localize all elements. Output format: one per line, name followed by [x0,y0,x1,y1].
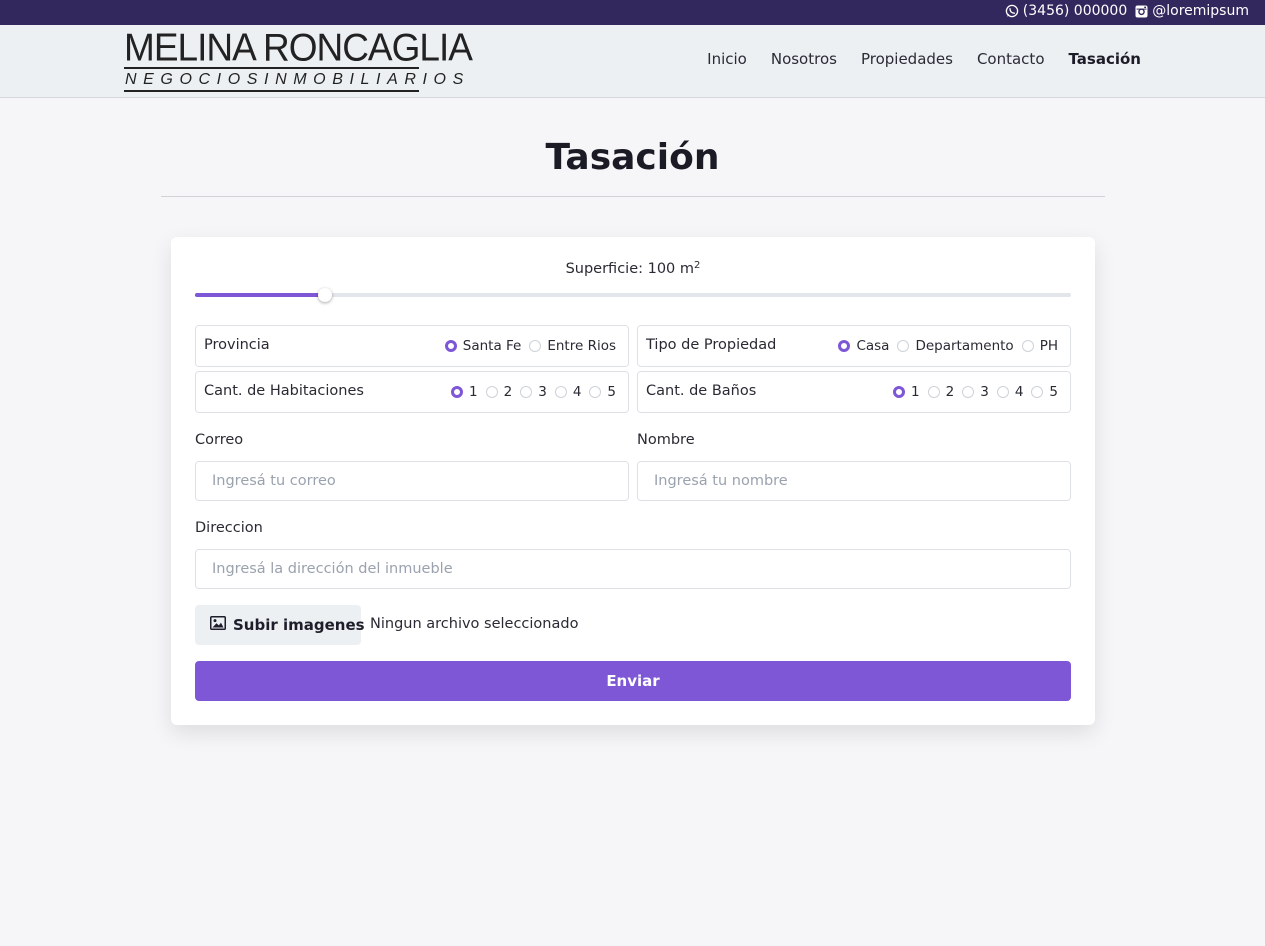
habitaciones-option-3[interactable]: 3 [520,384,547,400]
radio-selected[interactable] [893,386,906,398]
option-label: 5 [1049,384,1058,400]
option-label: 3 [980,384,989,400]
option-label: 5 [607,384,616,400]
radio[interactable] [897,340,910,352]
option-label: 2 [503,384,513,400]
logo-tagline: NEGOCIOSINMOBILIARIOS [125,71,470,88]
radio[interactable] [529,340,542,352]
banos-option-5[interactable]: 5 [1031,384,1058,400]
image-icon [210,616,226,634]
radio-selected[interactable] [444,340,457,352]
habitaciones-option-2[interactable]: 2 [485,384,513,400]
instagram-icon [1135,5,1148,18]
nav-nosotros[interactable]: Nosotros [771,50,837,68]
radio[interactable] [554,386,567,398]
upload-status: Ningun archivo seleccionado [370,616,579,632]
surface-slider[interactable] [195,288,1071,302]
upload-button-label: Subir imagenes [233,616,365,634]
option-label: PH [1039,338,1058,354]
surface-slider-fill [195,293,325,297]
direccion-label: Direccion [195,520,263,536]
main-nav: Inicio Nosotros Propiedades Contacto Tas… [707,50,1141,68]
radio[interactable] [485,386,498,398]
provincia-options: Santa Fe Entre Rios [444,338,616,354]
radio[interactable] [962,386,975,398]
option-label: Entre Rios [547,338,616,354]
radio[interactable] [589,386,602,398]
top-bar: (3456) 000000 @loremipsum [0,0,1265,25]
surface-unit-exponent: 2 [694,260,701,271]
whatsapp-contact[interactable]: (3456) 000000 [1005,3,1127,19]
option-label: 4 [572,384,582,400]
option-label: 1 [469,384,478,400]
tipo-propiedad-group: Tipo de Propiedad Casa Departamento PH [637,325,1071,367]
option-label: 1 [911,384,920,400]
radio[interactable] [1021,340,1034,352]
habitaciones-option-5[interactable]: 5 [589,384,616,400]
option-label: 2 [945,384,955,400]
nav-tasacion[interactable]: Tasación [1069,50,1142,68]
habitaciones-option-4[interactable]: 4 [554,384,582,400]
logo-rule-bottom [124,90,419,92]
habitaciones-group: Cant. de Habitaciones 1 2 3 4 5 [195,371,629,413]
surface-label-text: Superficie: 100 m [565,261,695,277]
nav-inicio[interactable]: Inicio [707,50,747,68]
radio[interactable] [996,386,1009,398]
banos-option-1[interactable]: 1 [893,384,920,400]
contact-info: (3456) 000000 @loremipsum [1005,3,1249,19]
phone-number: (3456) 000000 [1022,3,1128,19]
logo-rule-top [124,67,419,69]
page-title: Tasación [545,137,720,178]
provincia-option-santa-fe[interactable]: Santa Fe [444,338,522,354]
correo-input[interactable] [195,461,629,501]
provincia-label: Provincia [204,337,270,353]
nav-propiedades[interactable]: Propiedades [861,50,953,68]
submit-button[interactable]: Enviar [195,661,1071,701]
nav-contacto[interactable]: Contacto [977,50,1045,68]
radio[interactable] [927,386,940,398]
logo-name: MELINA RONCAGLIA [124,25,473,69]
banos-label: Cant. de Baños [646,383,757,399]
tipo-option-casa[interactable]: Casa [838,338,889,354]
provincia-group: Provincia Santa Fe Entre Rios [195,325,629,367]
tipo-option-departamento[interactable]: Departamento [897,338,1014,354]
correo-label: Correo [195,432,244,448]
surface-label: Superficie: 100 m2 [171,260,1095,277]
option-label: 4 [1014,384,1024,400]
option-label: Santa Fe [462,338,522,354]
radio[interactable] [520,386,533,398]
tipo-propiedad-options: Casa Departamento PH [838,338,1058,354]
valuation-form: Superficie: 100 m2 Provincia Santa Fe En… [171,237,1095,725]
whatsapp-icon [1005,4,1019,18]
radio[interactable] [1031,386,1044,398]
banos-option-3[interactable]: 3 [962,384,989,400]
radio-selected[interactable] [451,386,464,398]
banos-option-4[interactable]: 4 [996,384,1024,400]
instagram-contact[interactable]: @loremipsum [1135,3,1249,19]
banos-options: 1 2 3 4 5 [893,384,1058,400]
option-label: Departamento [915,338,1014,354]
tipo-option-ph[interactable]: PH [1021,338,1058,354]
upload-images-button[interactable]: Subir imagenes [195,605,365,645]
direccion-input[interactable] [195,549,1071,589]
banos-option-2[interactable]: 2 [927,384,955,400]
instagram-handle: @loremipsum [1152,3,1249,19]
logo[interactable]: MELINA RONCAGLIA NEGOCIOSINMOBILIARIOS [124,26,473,93]
habitaciones-options: 1 2 3 4 5 [451,384,616,400]
radio-selected[interactable] [838,340,851,352]
option-label: 3 [538,384,547,400]
title-divider [161,196,1105,197]
habitaciones-option-1[interactable]: 1 [451,384,478,400]
banos-group: Cant. de Baños 1 2 3 4 5 [637,371,1071,413]
nombre-input[interactable] [637,461,1071,501]
surface-slider-thumb[interactable] [317,288,332,302]
nombre-label: Nombre [637,432,695,448]
habitaciones-label: Cant. de Habitaciones [204,383,364,399]
option-label: Casa [856,338,890,354]
tipo-propiedad-label: Tipo de Propiedad [646,337,777,353]
site-header: MELINA RONCAGLIA NEGOCIOSINMOBILIARIOS I… [0,25,1265,98]
provincia-option-entre-rios[interactable]: Entre Rios [529,338,616,354]
